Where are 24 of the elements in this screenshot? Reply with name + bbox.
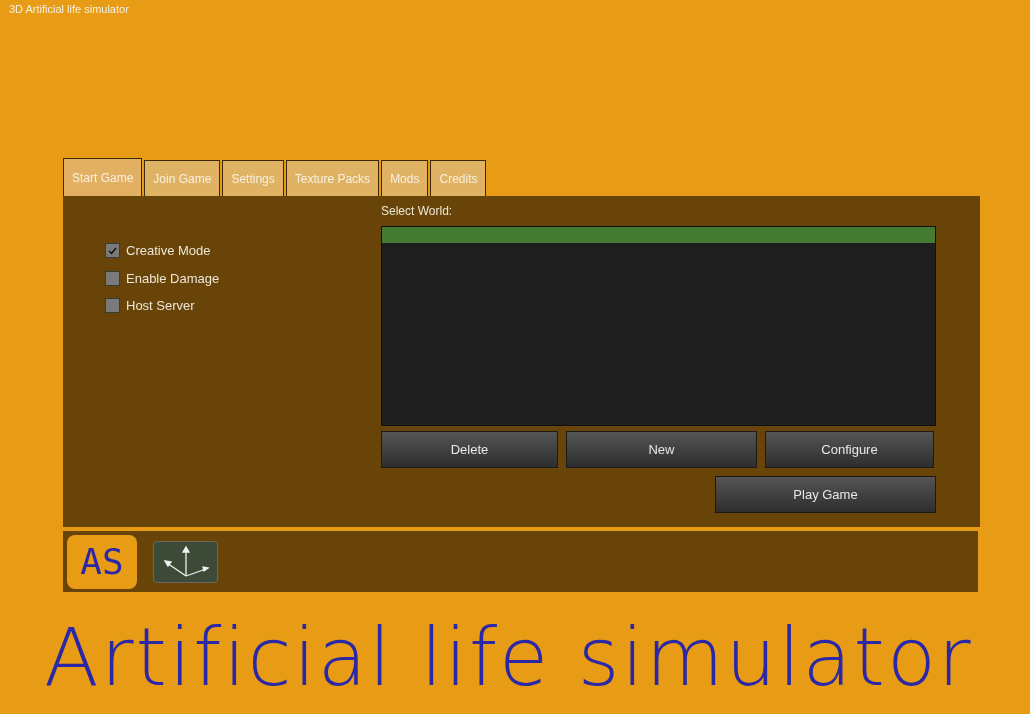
banner-title: Artificial life simulator — [44, 610, 973, 706]
checkbox-label: Enable Damage — [126, 269, 220, 288]
checkmark-icon — [108, 246, 117, 255]
checkbox-label: Host Server — [126, 297, 195, 315]
checkbox[interactable] — [105, 270, 120, 286]
tab[interactable]: Join Game — [144, 160, 221, 196]
logo-button[interactable]: AS — [67, 534, 137, 589]
window-title: 3D Artificial life simulator — [9, 2, 129, 16]
world-button[interactable]: Delete — [381, 431, 558, 468]
world-button[interactable]: New — [566, 431, 757, 468]
world-list[interactable] — [381, 226, 936, 426]
tab[interactable]: Mods — [381, 160, 429, 196]
list-label: Select World: — [381, 204, 454, 219]
checkbox[interactable] — [105, 243, 120, 259]
tab[interactable]: Settings — [222, 160, 284, 196]
axes-icon — [161, 545, 210, 578]
checkbox[interactable] — [105, 298, 120, 314]
axes-button[interactable] — [153, 540, 218, 583]
tab[interactable]: Credits — [430, 160, 487, 196]
play-button[interactable]: Play Game — [715, 476, 936, 513]
tab[interactable]: Start Game — [63, 158, 143, 196]
checkbox-label: Creative Mode — [126, 242, 211, 260]
tab[interactable]: Texture Packs — [285, 160, 380, 196]
world-button[interactable]: Configure — [765, 431, 934, 468]
